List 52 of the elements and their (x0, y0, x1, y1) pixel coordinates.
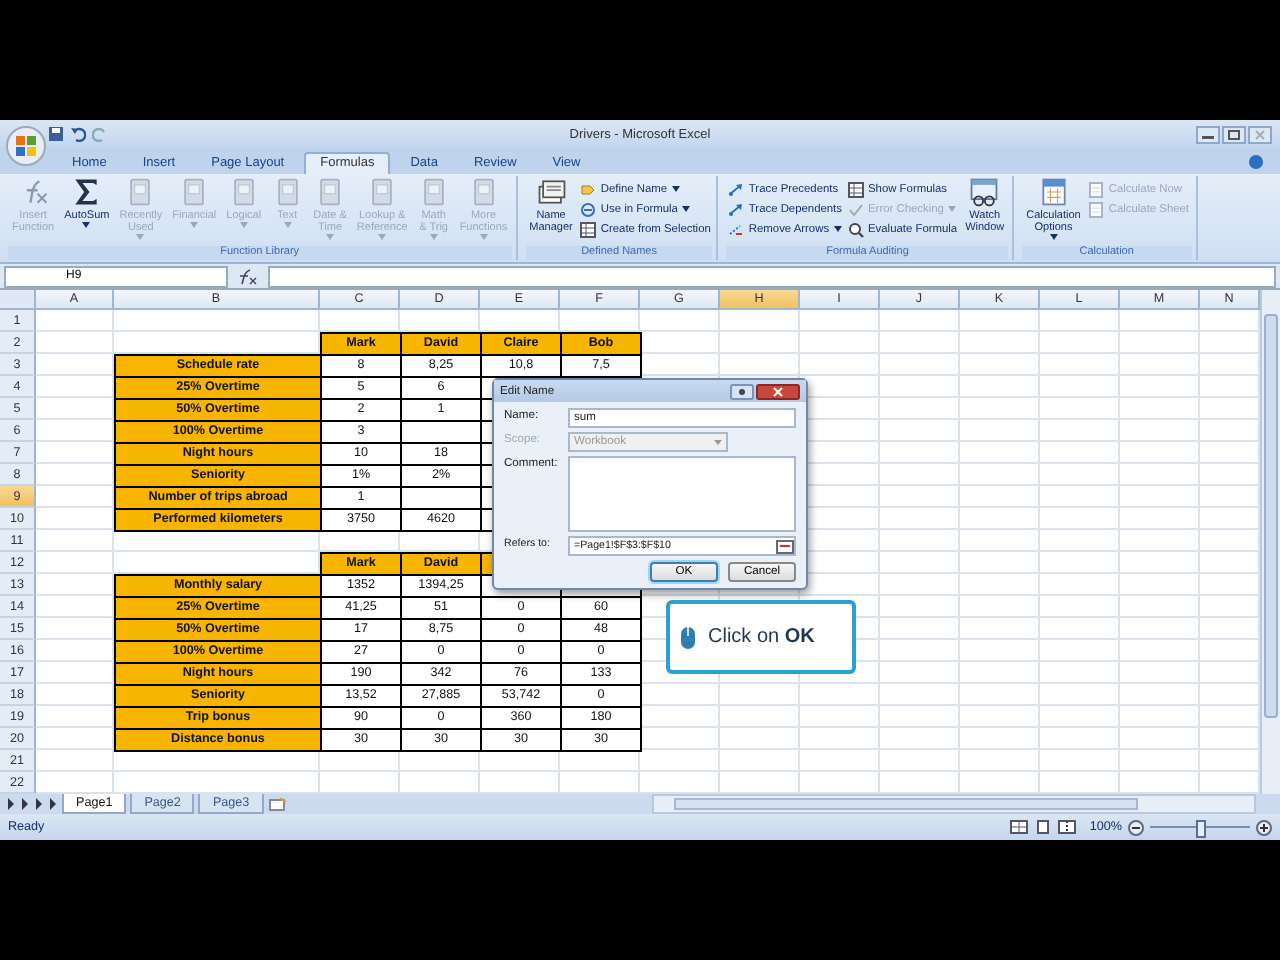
restore-icon[interactable] (1222, 125, 1246, 143)
close-icon[interactable] (756, 383, 800, 399)
insert-sheet-icon[interactable] (267, 797, 288, 811)
save-icon[interactable] (48, 126, 64, 142)
calculator-icon (1037, 176, 1070, 208)
zoom-out-icon[interactable] (1128, 819, 1144, 835)
formula-field[interactable] (268, 265, 1276, 287)
check-icon (848, 201, 864, 217)
function-icon[interactable] (234, 267, 262, 285)
vertical-scrollbar[interactable] (1260, 290, 1280, 794)
calculator-icon (1088, 181, 1105, 197)
undo-icon[interactable] (70, 126, 86, 142)
help-icon[interactable] (730, 383, 754, 399)
caret-icon (190, 222, 199, 228)
caret-icon (671, 186, 680, 192)
caret-icon (1049, 234, 1058, 240)
page-break-icon[interactable] (1057, 820, 1076, 834)
caret-icon (833, 226, 842, 232)
caret-icon (239, 222, 248, 228)
horizontal-scrollbar[interactable] (652, 794, 1256, 814)
comment-field[interactable] (568, 456, 796, 532)
arrow-icon (728, 181, 745, 197)
minimize-icon[interactable] (1196, 125, 1220, 143)
sigma-icon (70, 176, 103, 208)
caret-icon (283, 222, 292, 228)
caret-icon (479, 234, 488, 240)
grid-icon (848, 181, 864, 197)
caret-icon (429, 234, 438, 240)
caret-icon (681, 206, 690, 212)
mouse-icon (680, 625, 696, 649)
grid-icon (580, 221, 597, 237)
magnifier-icon (848, 221, 864, 237)
tag-icon (580, 181, 597, 197)
callout-text: Click on OK (708, 626, 815, 648)
calculator-icon (1088, 201, 1105, 217)
name-manager-icon (535, 176, 568, 208)
caret-icon (326, 234, 334, 240)
caret-icon (136, 234, 145, 240)
eraser-icon (728, 221, 745, 237)
window-icon (968, 176, 1001, 208)
help-icon[interactable] (1248, 154, 1264, 170)
zoom-slider[interactable] (1196, 820, 1206, 838)
normal-view-icon[interactable] (1009, 820, 1028, 834)
book-icon (314, 176, 346, 208)
formula-icon (580, 201, 597, 217)
collapse-dialog-icon[interactable] (776, 539, 794, 553)
arrow-icon (728, 201, 745, 217)
zoom-in-icon[interactable] (1256, 819, 1272, 835)
caret-icon (82, 222, 91, 228)
page-layout-icon[interactable] (1033, 820, 1052, 834)
caret-icon (947, 206, 956, 212)
caret-icon (378, 234, 387, 240)
